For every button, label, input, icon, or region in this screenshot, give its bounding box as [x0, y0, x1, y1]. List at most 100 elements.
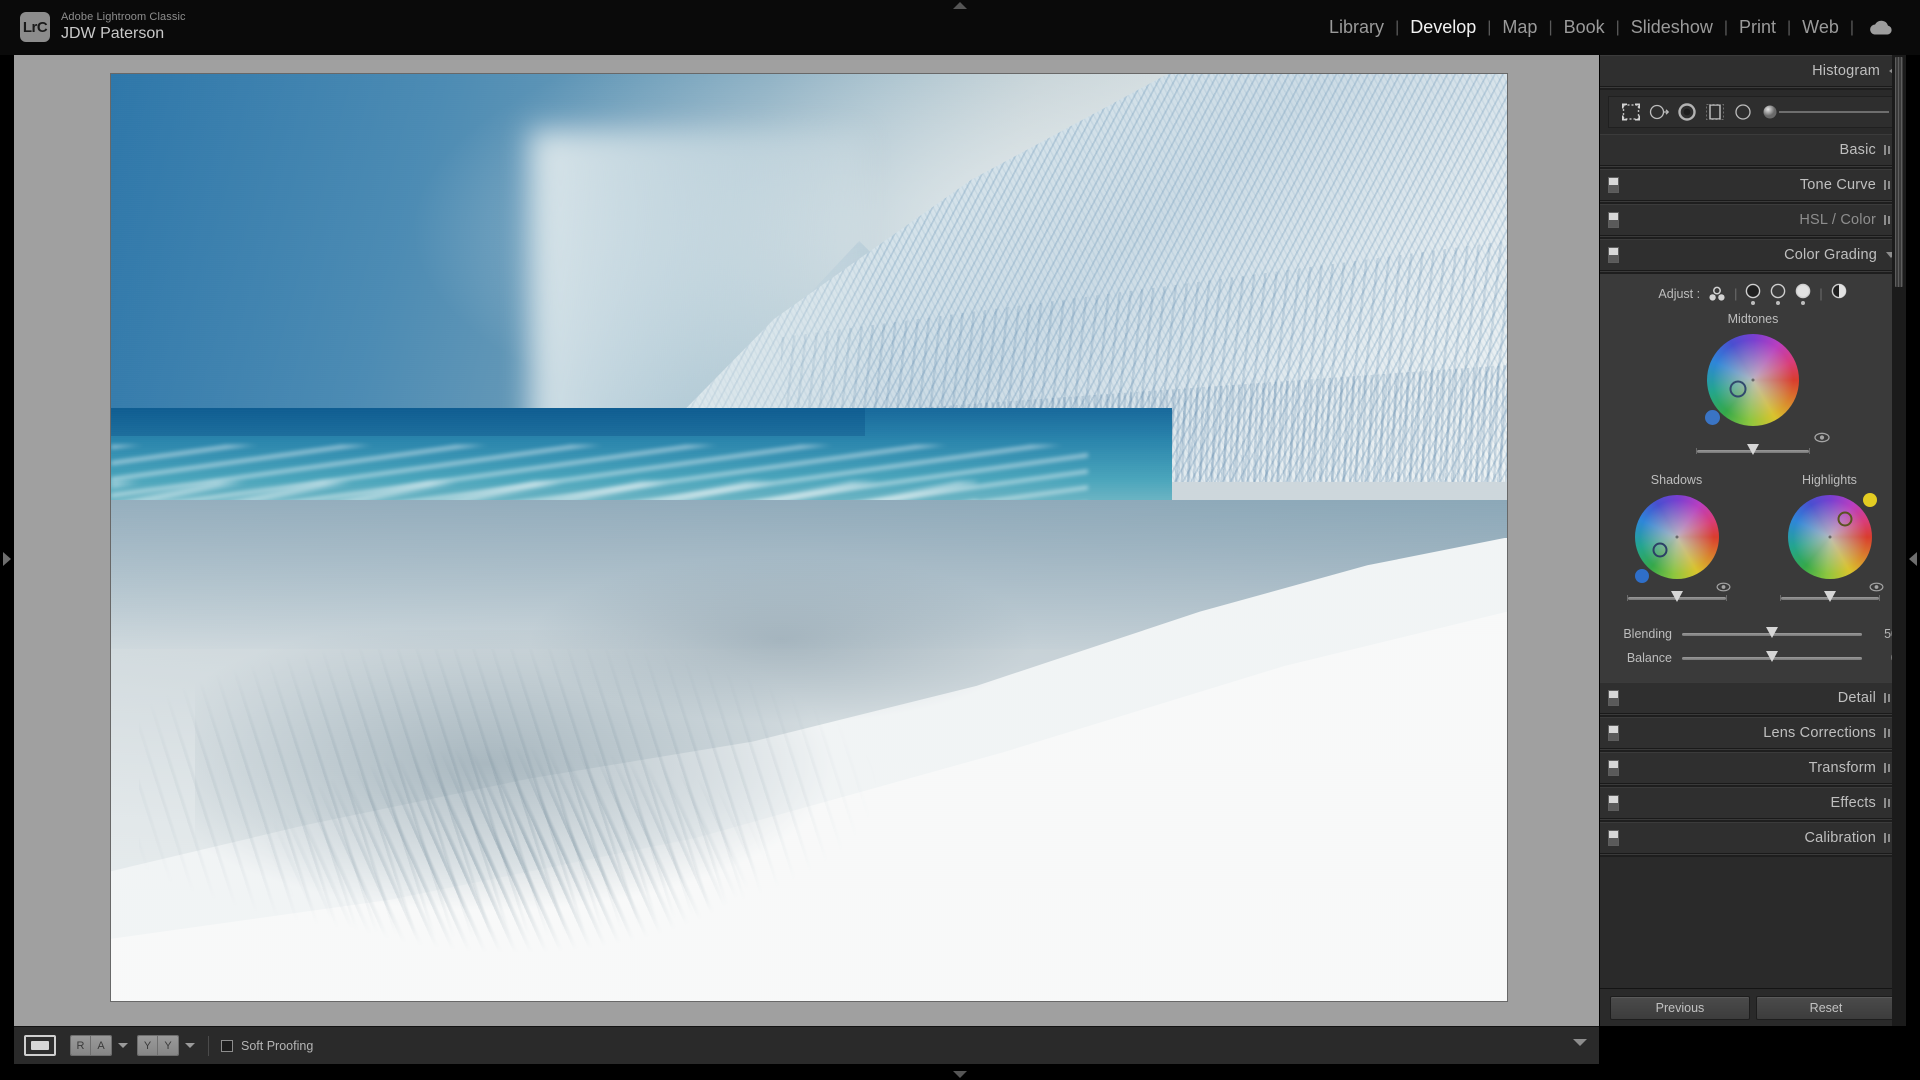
balance-track[interactable] — [1682, 650, 1862, 662]
before-after-yy-button[interactable]: Y Y — [137, 1035, 179, 1056]
blending-thumb[interactable] — [1766, 626, 1778, 638]
midtones-luminance-slider[interactable] — [1600, 444, 1906, 455]
show-right-panel-arrow[interactable] — [1909, 552, 1917, 566]
midtones-visibility-eye-icon[interactable] — [1814, 430, 1830, 448]
photo-image[interactable] — [111, 74, 1507, 1001]
panel-header-basic[interactable]: Basic — [1600, 134, 1906, 166]
midtones-color-swatch[interactable] — [1705, 410, 1720, 425]
blending-track[interactable] — [1682, 626, 1862, 638]
previous-button[interactable]: Previous — [1610, 995, 1750, 1020]
balance-label: Balance — [1626, 651, 1672, 665]
panel-switch-effects[interactable] — [1608, 795, 1619, 811]
before-after-chevron-down-icon[interactable] — [118, 1043, 128, 1048]
spot-removal-icon[interactable] — [1645, 100, 1673, 124]
image-canvas[interactable] — [14, 55, 1599, 1026]
masking-icon[interactable] — [1701, 100, 1729, 124]
panel-header-color-grading[interactable]: Color Grading — [1600, 239, 1906, 271]
midtones-luminance-track[interactable] — [1696, 444, 1810, 455]
module-book[interactable]: Book — [1553, 17, 1616, 38]
panel-switch-tone-curve[interactable] — [1608, 177, 1619, 193]
panel-title-basic: Basic — [1839, 141, 1876, 158]
panel-switch-calibration[interactable] — [1608, 830, 1619, 846]
radial-gradient-icon[interactable] — [1729, 100, 1757, 124]
shadows-color-wheel[interactable] — [1634, 495, 1719, 579]
panel-switch-hsl-color[interactable] — [1608, 212, 1619, 228]
midtones-color-wheel[interactable] — [1707, 334, 1799, 426]
wheel-center-dot — [1675, 535, 1678, 539]
cloud-sync-icon[interactable] — [1868, 20, 1894, 36]
highlights-circle-icon[interactable] — [1794, 283, 1812, 305]
shadows-visibility-eye-icon[interactable] — [1716, 579, 1731, 597]
shadows-luminance-thumb[interactable] — [1670, 591, 1683, 602]
top-panel-handle[interactable] — [953, 2, 967, 9]
highlights-luminance-track[interactable] — [1779, 591, 1880, 602]
loupe-view-icon[interactable] — [24, 1035, 56, 1056]
module-map[interactable]: Map — [1491, 17, 1548, 38]
highlights-luminance-thumb[interactable] — [1823, 591, 1836, 602]
panel-switch-lens-corrections[interactable] — [1608, 725, 1619, 741]
right-panel-scrollbar[interactable] — [1892, 55, 1906, 1026]
amount-slider[interactable] — [1761, 103, 1889, 121]
before-after-ra-button[interactable]: R A — [70, 1035, 112, 1056]
reset-button[interactable]: Reset — [1756, 995, 1896, 1020]
midtones-luminance-thumb[interactable] — [1747, 444, 1759, 455]
panel-header-effects[interactable]: Effects — [1600, 787, 1906, 819]
panel-switch-color-grading[interactable] — [1608, 247, 1619, 263]
photo-frame — [111, 74, 1507, 1001]
panel-header-detail[interactable]: Detail — [1600, 682, 1906, 714]
balance-slider-row: Balance 0 — [1600, 646, 1906, 670]
panel-header-calibration[interactable]: Calibration — [1600, 822, 1906, 854]
soft-proofing-checkbox[interactable] — [221, 1039, 233, 1052]
midtones-circle-icon[interactable] — [1769, 283, 1787, 305]
identity-plate[interactable]: LrC Adobe Lightroom Classic JDW Paterson — [20, 11, 186, 43]
global-circle-icon[interactable] — [1830, 283, 1848, 305]
scrollbar-thumb[interactable] — [1895, 57, 1903, 287]
midtones-label: Midtones — [1727, 312, 1779, 326]
module-picker: Library | Develop | Map | Book | Slideshow | Print… — [1318, 17, 1894, 38]
panel-title-color-grading: Color Grading — [1784, 246, 1877, 263]
panel-header-lens-corrections[interactable]: Lens Corrections — [1600, 717, 1906, 749]
module-print[interactable]: Print — [1728, 17, 1787, 38]
before-after-r-label: R — [71, 1036, 91, 1055]
module-develop[interactable]: Develop — [1399, 17, 1487, 38]
lightroom-window: LrC Adobe Lightroom Classic JDW Paterson… — [0, 0, 1920, 1080]
highlights-group: Highlights — [1753, 467, 1906, 602]
panel-switch-transform[interactable] — [1608, 760, 1619, 776]
module-web[interactable]: Web — [1791, 17, 1850, 38]
highlights-color-swatch[interactable] — [1862, 493, 1877, 507]
highlights-wheel-handle[interactable] — [1837, 511, 1853, 527]
copy-settings-chevron-down-icon[interactable] — [185, 1043, 195, 1048]
panel-header-histogram[interactable]: Histogram — [1600, 55, 1906, 87]
panel-header-tone-curve[interactable]: Tone Curve — [1600, 169, 1906, 201]
divider — [1600, 87, 1906, 90]
shadows-color-swatch[interactable] — [1634, 569, 1649, 583]
shadows-circle-icon[interactable] — [1744, 283, 1762, 305]
panel-action-buttons: Previous Reset — [1600, 988, 1906, 1026]
midtones-wheel-handle[interactable] — [1729, 380, 1747, 398]
panel-header-transform[interactable]: Transform — [1600, 752, 1906, 784]
shadows-luminance-track[interactable] — [1626, 591, 1727, 602]
highlights-visibility-eye-icon[interactable] — [1869, 579, 1884, 597]
red-eye-icon[interactable] — [1673, 100, 1701, 124]
filmstrip-handle[interactable] — [953, 1071, 967, 1078]
color-grading-body: Adjust : | | Midtones Shadows Highlights… — [1600, 274, 1906, 682]
panel-title-tone-curve: Tone Curve — [1799, 176, 1876, 193]
shadows-wheel-handle[interactable] — [1652, 542, 1668, 558]
panel-header-hsl-color[interactable]: HSL / Color — [1600, 204, 1906, 236]
panel-switch-detail[interactable] — [1608, 690, 1619, 706]
toolbar-chevron-down-icon[interactable] — [1573, 1039, 1587, 1046]
panel-title-hsl-color: HSL / Color — [1799, 211, 1876, 228]
show-left-panel-arrow[interactable] — [3, 552, 11, 566]
balance-thumb[interactable] — [1766, 650, 1778, 662]
lrc-logo-icon: LrC — [20, 12, 50, 43]
highlights-color-wheel[interactable] — [1787, 495, 1872, 579]
amount-slider-icon — [1763, 105, 1777, 119]
crop-overlay-icon[interactable] — [1617, 100, 1645, 124]
highlights-label: Highlights — [1802, 473, 1857, 487]
module-slideshow[interactable]: Slideshow — [1620, 17, 1724, 38]
three-way-icon[interactable] — [1707, 286, 1727, 302]
module-library[interactable]: Library — [1318, 17, 1395, 38]
amount-slider-track[interactable] — [1779, 111, 1889, 113]
highlights-luminance-slider[interactable] — [1753, 591, 1906, 602]
shadows-luminance-slider[interactable] — [1600, 591, 1753, 602]
